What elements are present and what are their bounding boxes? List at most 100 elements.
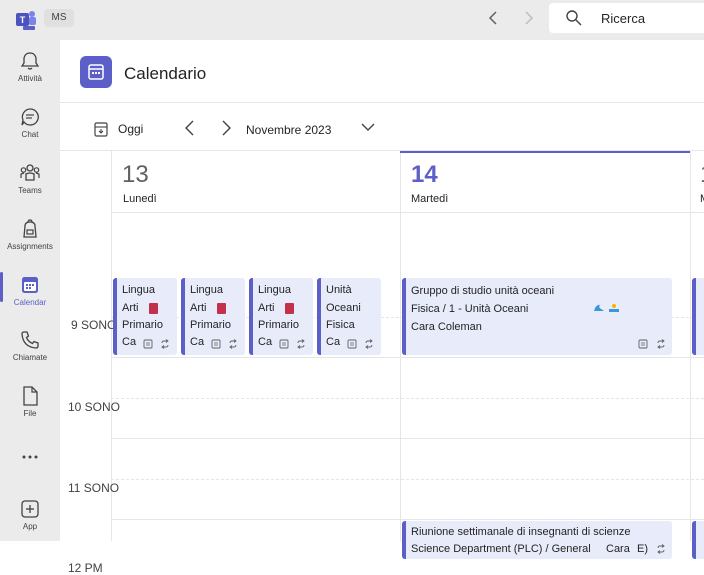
search-input[interactable]: Ricerca — [549, 3, 704, 33]
event-card[interactable]: Lingua Arti Primario Ca — [249, 278, 313, 355]
event-title-line: Lingua — [190, 284, 224, 296]
recurring-icon — [297, 339, 305, 349]
event-title-line: Arti — [258, 302, 275, 314]
details-icon — [211, 339, 221, 349]
details-icon — [143, 339, 153, 349]
forward-arrow-icon[interactable] — [518, 8, 538, 28]
title-bar: T MS Ricerca — [0, 0, 704, 40]
event-title-line: Primario — [190, 319, 231, 331]
day-number-partial: 1 — [700, 161, 704, 189]
event-card-partial[interactable] — [692, 278, 704, 355]
rail-item-calendar[interactable]: Calendar — [0, 274, 60, 307]
next-week-icon[interactable] — [216, 118, 236, 138]
today-label: Oggi — [118, 122, 144, 136]
grid-top-border — [111, 212, 704, 213]
recurring-icon — [229, 339, 237, 349]
event-card-partial[interactable] — [692, 521, 704, 559]
month-label[interactable]: Novembre 2023 — [246, 123, 331, 137]
rail-item-assignments[interactable]: Assignments — [0, 218, 60, 251]
today-calendar-icon — [94, 122, 108, 137]
details-icon — [279, 339, 289, 349]
event-title-line: Oceani — [326, 302, 361, 314]
day-divider — [690, 212, 691, 541]
event-card[interactable]: Lingua Arti Primario Ca — [113, 278, 177, 355]
island-icon — [609, 304, 619, 312]
event-title-line: Lingua — [258, 284, 292, 296]
recurring-icon — [657, 339, 665, 349]
event-title-line: Arti — [122, 302, 139, 314]
event-card[interactable]: Unità Oceani Fisica Ca — [317, 278, 381, 355]
backpack-icon — [23, 219, 37, 238]
more-apps-button[interactable] — [0, 450, 60, 464]
back-arrow-icon[interactable] — [484, 8, 504, 28]
event-organizer: Ca — [190, 336, 205, 348]
rail-item-calls[interactable]: Chiamate — [0, 329, 60, 362]
calendar-main: Calendario Oggi Novembre 2023 13 Lunedì — [60, 40, 704, 575]
bell-icon — [20, 52, 40, 70]
rail-item-teams[interactable]: Teams — [0, 162, 60, 195]
phone-icon — [21, 331, 39, 349]
time-label: 11 SONO — [68, 481, 120, 495]
day-header-monday[interactable]: 13 Lunedì — [111, 151, 400, 211]
svg-text:T: T — [20, 15, 26, 25]
event-card[interactable]: Gruppo di studio unità oceani Fisica / 1… — [402, 278, 672, 355]
time-grid: 9 SONO 10 SONO 11 SONO 12 PM Lingua Arti… — [60, 212, 704, 575]
event-card[interactable]: Riunione settimanale di insegnanti di sc… — [402, 521, 672, 559]
time-label: 10 SONO — [68, 400, 121, 414]
more-icon — [22, 455, 38, 459]
day-number: 13 — [122, 161, 149, 188]
search-placeholder: Ricerca — [601, 11, 646, 26]
event-channel: Fisica / 1 - Unità Oceani — [411, 303, 529, 315]
day-number: 14 — [411, 161, 438, 188]
event-card[interactable]: Lingua Arti Primario Ca — [181, 278, 245, 355]
event-title: Gruppo di studio unità oceani — [411, 285, 555, 297]
event-title-line: Primario — [122, 319, 163, 331]
page-header: Calendario — [60, 40, 704, 103]
rail-label: Teams — [18, 186, 42, 195]
recurring-icon — [365, 339, 373, 349]
file-icon — [23, 386, 38, 406]
today-button[interactable]: Oggi — [94, 119, 143, 139]
day-header-tuesday[interactable]: 14 Martedì — [400, 151, 690, 211]
previous-week-icon[interactable] — [180, 118, 200, 138]
time-label: 12 PM — [68, 561, 103, 575]
recurring-icon — [657, 544, 665, 554]
half-hour-line — [111, 398, 704, 399]
teams-icon — [20, 164, 40, 181]
wave-icon — [594, 304, 604, 311]
rail-item-apps[interactable]: App — [0, 498, 60, 531]
calendar-icon — [22, 277, 38, 293]
details-icon — [638, 339, 648, 349]
day-name-partial: M — [700, 193, 704, 205]
hour-line — [111, 519, 704, 520]
rail-item-activity[interactable]: Attività — [0, 50, 60, 83]
day-divider — [400, 212, 401, 541]
rail-label: File — [23, 409, 37, 418]
rail-item-chat[interactable]: Chat — [0, 106, 60, 139]
hour-line — [111, 438, 704, 439]
rail-item-files[interactable]: File — [0, 385, 60, 418]
rail-label: Chiamate — [12, 353, 48, 362]
app-rail: Attività Chat Teams Assignments Calendar… — [0, 40, 60, 541]
time-label: 9 SONO — [71, 318, 117, 332]
book-icon — [285, 303, 294, 314]
event-title: Riunione settimanale di insegnanti di sc… — [411, 526, 631, 538]
calendar-app-icon — [80, 56, 112, 88]
book-icon — [217, 303, 226, 314]
event-organizer: Cara — [606, 543, 630, 555]
event-organizer: Ca — [258, 336, 273, 348]
hour-line — [111, 357, 704, 358]
day-header-wednesday[interactable]: 1 M — [690, 151, 704, 211]
rail-label: Calendar — [13, 298, 47, 307]
details-icon — [347, 339, 357, 349]
half-hour-line — [111, 479, 704, 480]
chevron-down-icon[interactable] — [358, 117, 378, 137]
event-channel: Science Department (PLC) / General — [411, 543, 591, 555]
rail-label: Assignments — [7, 242, 53, 251]
event-organizer: Cara Coleman — [411, 321, 482, 333]
page-title: Calendario — [124, 64, 207, 83]
event-title-line: Primario — [258, 319, 299, 331]
event-title-line: Unità — [326, 284, 352, 296]
recurring-icon — [161, 339, 169, 349]
account-chip[interactable]: MS — [44, 9, 74, 27]
